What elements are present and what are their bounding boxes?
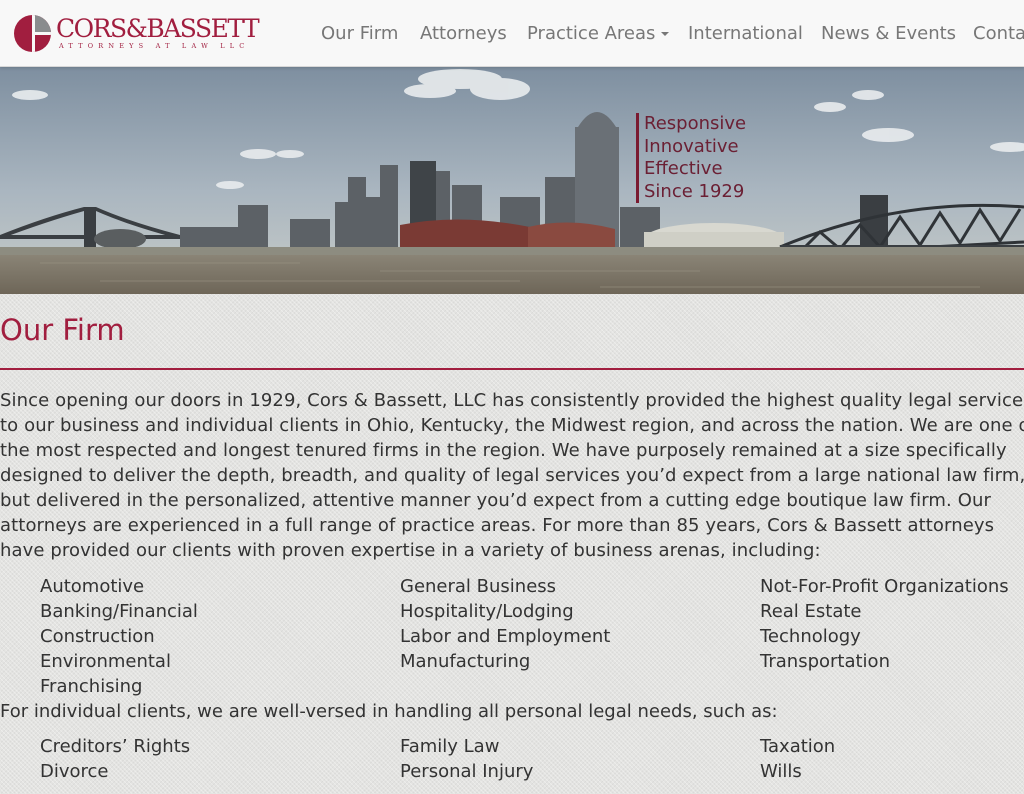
tagline-line: Since 1929 [644,180,745,202]
nav-attorneys[interactable]: Attorneys [420,22,507,46]
tagline-line: Responsive [644,113,747,134]
list-item: Taxation [760,736,836,757]
page-title: Our Firm [0,313,125,347]
tagline-line: Effective [644,158,723,179]
tagline-line: Innovative [644,135,739,157]
list-item: Manufacturing [400,651,531,672]
nav-practice-areas[interactable]: Practice Areas [527,22,670,46]
list-item: Construction [40,626,155,647]
business-areas-column: General Business Hospitality/Lodging Lab… [400,574,610,674]
list-item: Wills [760,761,802,782]
nav-news-events[interactable]: News & Events [821,22,956,46]
brand-name: CORS&BASSETT [56,14,260,43]
list-item: Personal Injury [400,761,534,782]
list-item: Automotive [40,576,145,597]
top-navbar: CORS&BASSETT ATTORNEYS AT LAW LLC Our Fi… [0,0,1024,67]
hero-tagline: Responsive Innovative Effective Since 19… [636,113,746,203]
main-content: Our Firm Since opening our doors in 1929… [0,294,1024,782]
list-item: Not-For-Profit Organizations [760,576,1009,597]
individual-areas-column: Creditors’ Rights Divorce [40,734,190,784]
hero-banner: Responsive Innovative Effective Since 19… [0,67,1024,294]
list-item: Franchising [40,676,143,697]
brand-logo[interactable]: CORS&BASSETT ATTORNEYS AT LAW LLC [14,14,260,54]
list-item: Family Law [400,736,500,757]
list-item: Banking/Financial [40,601,198,622]
list-item: Technology [760,626,861,647]
business-areas-column: Automotive Banking/Financial Constructio… [40,574,198,699]
business-areas-column: Not-For-Profit Organizations Real Estate… [760,574,1009,674]
nav-practice-areas-label: Practice Areas [527,23,656,44]
list-item: General Business [400,576,557,597]
brand-tagline: ATTORNEYS AT LAW LLC [59,42,250,50]
individual-areas-list: Creditors’ Rights Divorce Family Law Per… [0,734,1024,794]
list-item: Labor and Employment [400,626,611,647]
list-item: Hospitality/Lodging [400,601,574,622]
list-item: Transportation [760,651,890,672]
nav-our-firm[interactable]: Our Firm [321,22,398,46]
nav-international[interactable]: International [688,22,803,46]
nav-contact[interactable]: Conta [973,22,1024,46]
title-divider [0,368,1024,370]
individual-areas-column: Taxation Wills [760,734,835,784]
list-item: Divorce [40,761,109,782]
skyline-image [0,67,1024,294]
list-item: Environmental [40,651,171,672]
logo-mark-icon [14,15,51,52]
list-item: Real Estate [760,601,862,622]
intro-paragraph: Since opening our doors in 1929, Cors & … [0,390,1024,561]
individual-areas-column: Family Law Personal Injury [400,734,533,784]
business-areas-list: Automotive Banking/Financial Constructio… [0,574,1024,699]
caret-down-icon [661,32,670,36]
list-item: Creditors’ Rights [40,736,191,757]
individual-clients-lead: For individual clients, we are well-vers… [0,701,778,722]
